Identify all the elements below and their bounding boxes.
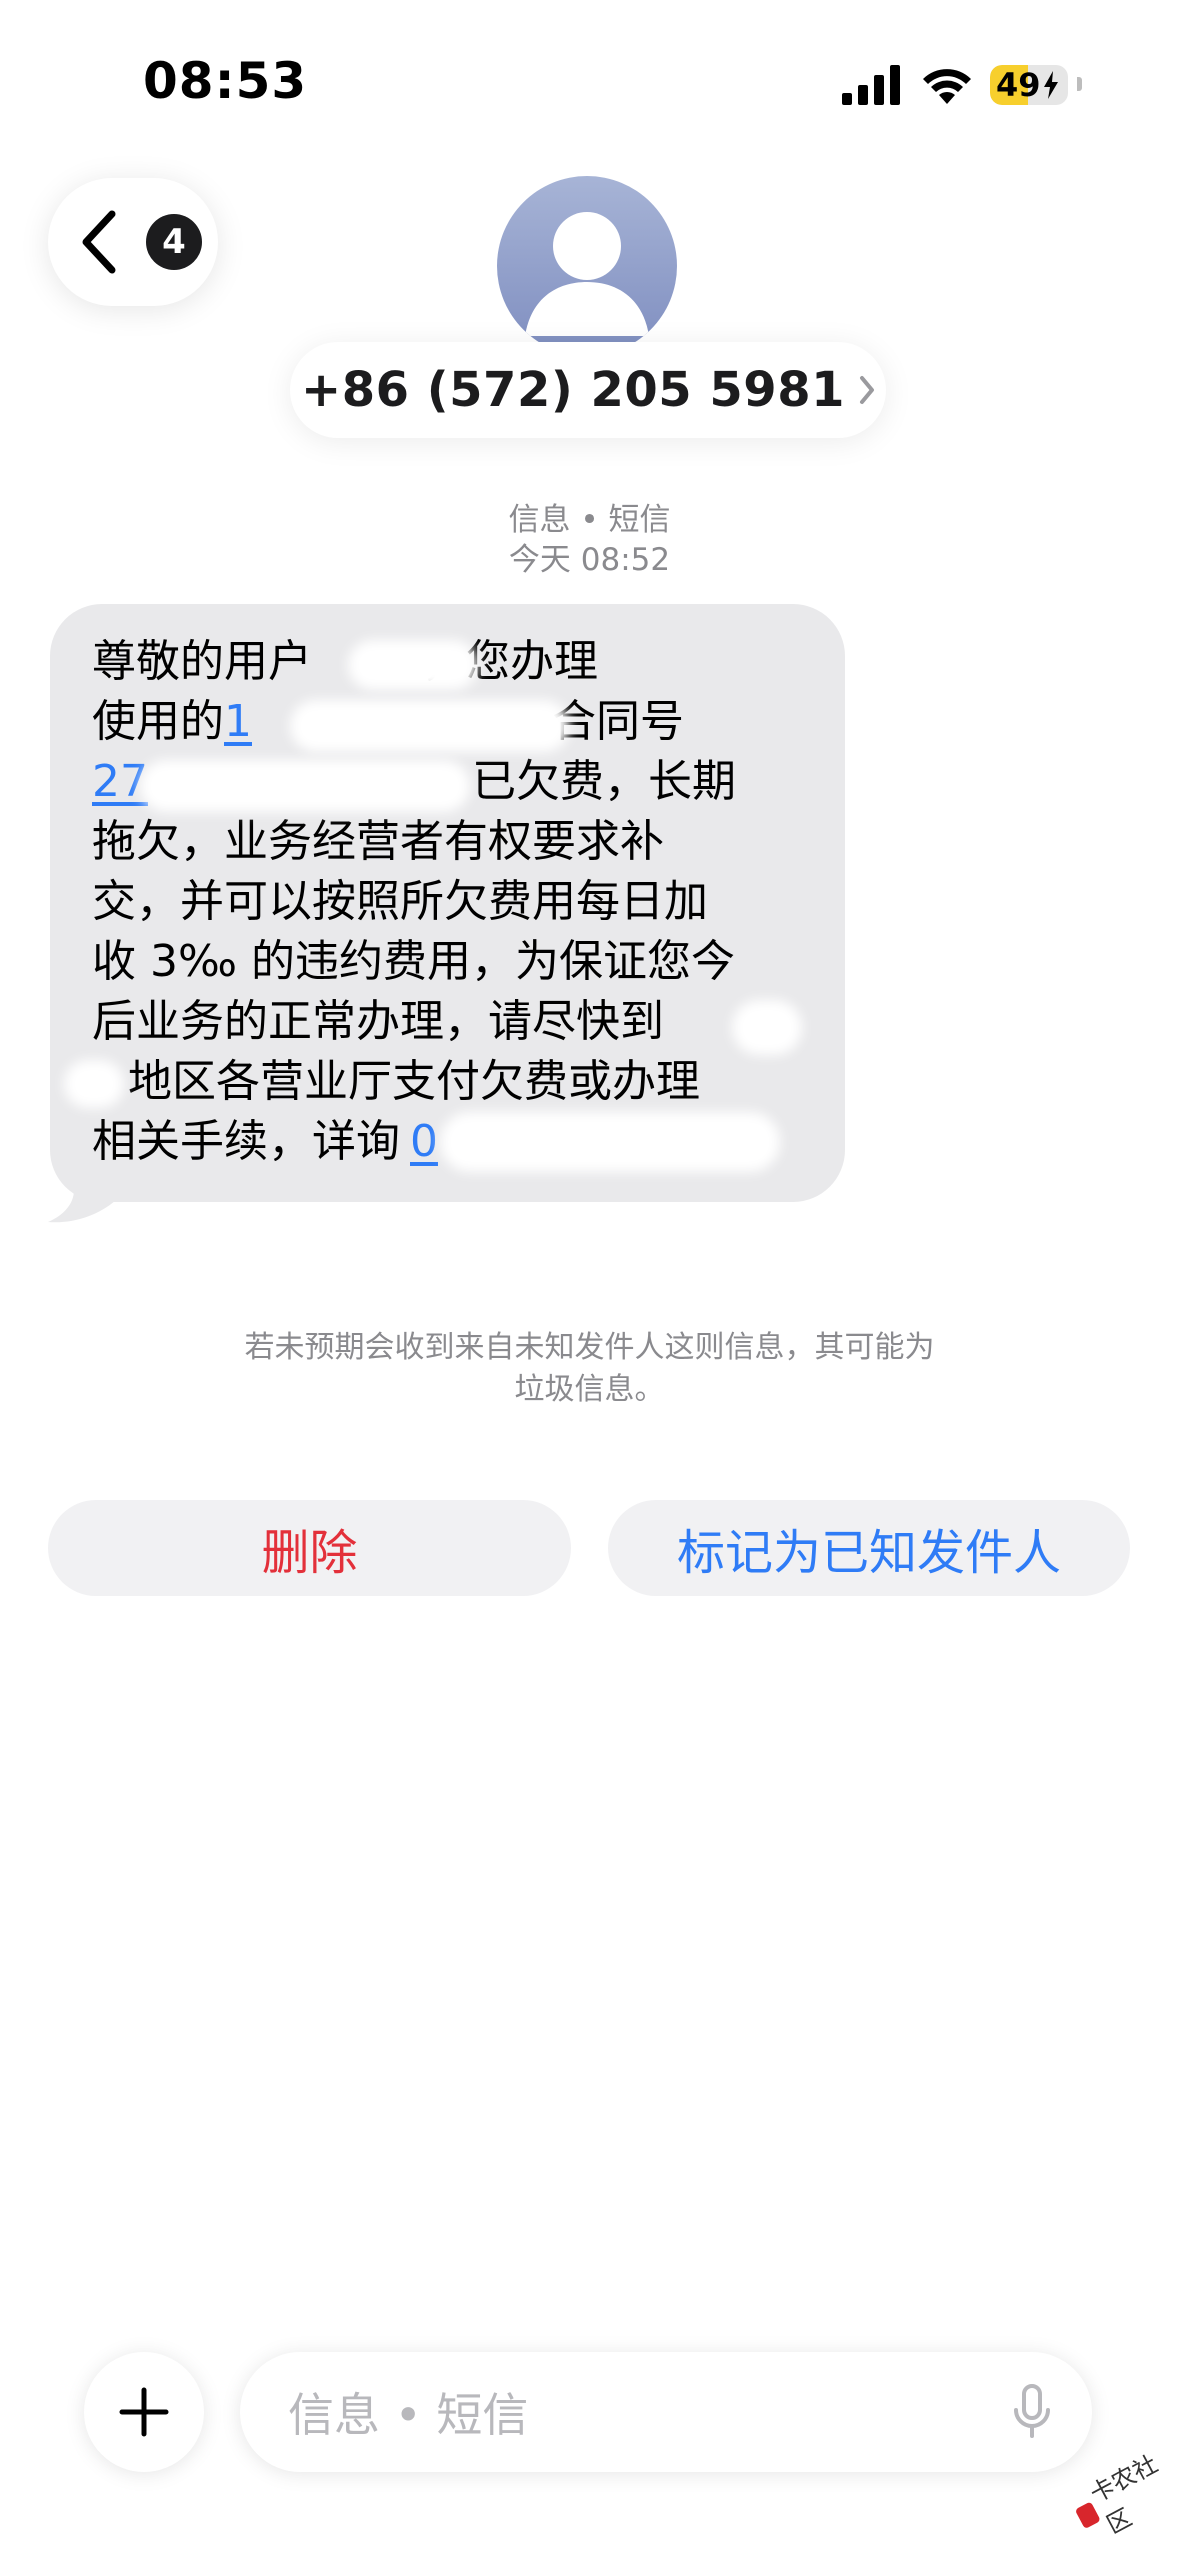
mic-icon[interactable] xyxy=(1012,2384,1052,2440)
redaction-mark xyxy=(140,760,470,812)
contact-number-button[interactable]: +86 (572) 205 5981 xyxy=(290,342,886,438)
contact-number: +86 (572) 205 5981 xyxy=(300,362,845,418)
contact-avatar[interactable] xyxy=(497,176,677,356)
message-input[interactable]: 信息 • 短信 xyxy=(240,2352,1092,2472)
mark-known-sender-button[interactable]: 标记为已知发件人 xyxy=(608,1500,1130,1596)
unknown-sender-notice-line2: 垃圾信息。 xyxy=(514,1372,665,1407)
redaction-mark xyxy=(348,640,478,690)
chevron-right-icon xyxy=(860,376,874,404)
bolt-icon xyxy=(1043,71,1058,99)
status-icons: 49 xyxy=(842,62,1068,108)
sms-thread-screen: 08:53 49 4 +86 (572) 205 5981 信息 • 短信 今天… xyxy=(0,0,1179,2556)
status-time: 08:53 xyxy=(143,52,308,110)
message-line: 地区各营业厅支付欠费或办理 xyxy=(128,1056,700,1107)
redaction-mark xyxy=(290,700,570,752)
message-line: 交，并可以按照所欠费用每日加 xyxy=(92,876,708,927)
delete-button[interactable]: 删除 xyxy=(48,1500,571,1596)
signal-icon xyxy=(842,65,900,105)
person-icon xyxy=(525,212,649,336)
battery-icon: 49 xyxy=(990,65,1068,105)
back-button[interactable]: 4 xyxy=(48,178,218,306)
redaction-mark xyxy=(732,1000,802,1055)
conversation-service: 信息 • 短信 xyxy=(508,502,671,538)
message-line: 后业务的正常办理，请尽快到 xyxy=(92,996,664,1047)
unknown-sender-notice: 若未预期会收到来自未知发件人这则信息，其可能为 xyxy=(244,1330,935,1365)
message-input-placeholder: 信息 • 短信 xyxy=(288,2388,529,2442)
plus-icon xyxy=(119,2387,169,2437)
message-line: 拖欠，业务经营者有权要求补 xyxy=(92,816,664,867)
message-line: 收 3‰ 的违约费用，为保证您今 xyxy=(92,936,736,987)
chevron-left-icon xyxy=(82,210,116,274)
wifi-icon xyxy=(923,69,971,104)
watermark: 卡农社区 xyxy=(1066,2446,1179,2546)
unread-count-badge: 4 xyxy=(146,214,202,270)
redaction-mark xyxy=(64,1060,124,1108)
battery-level: 49 xyxy=(996,67,1060,103)
conversation-timestamp: 今天 08:52 xyxy=(508,542,671,578)
battery-cap xyxy=(1077,77,1082,91)
add-attachment-button[interactable] xyxy=(84,2352,204,2472)
redaction-mark xyxy=(440,1112,780,1172)
